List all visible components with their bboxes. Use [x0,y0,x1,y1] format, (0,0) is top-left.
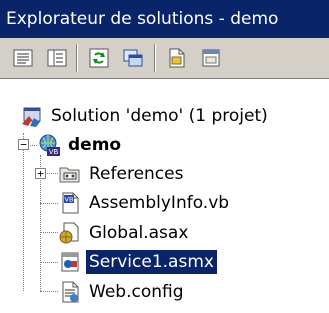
tree-item-global-asax[interactable]: Global.asax [58,220,191,246]
solution-icon [22,107,41,127]
item-label: Global.asax [89,223,189,243]
web-service-icon [61,252,79,272]
window-title: Explorateur de solutions - demo [0,0,329,38]
tree-connector [40,262,58,263]
solution-label: Solution 'demo' (1 projet) [51,106,268,126]
tree-item-service1-asmx[interactable]: Service1.asmx [58,249,218,275]
show-all-files-icon [47,49,67,67]
vb-file-icon: VB [62,192,79,214]
properties-button[interactable] [10,45,36,71]
svg-text:VB: VB [65,196,74,204]
refresh-button[interactable] [86,45,112,71]
view-code-button[interactable] [164,45,190,71]
toolbar-separator [154,44,156,72]
item-label: Service1.asmx [85,249,218,275]
view-designer-icon [202,49,220,67]
solution-tree: − + Solution 'demo' (1 projet) VB demo R… [0,79,329,313]
svg-text:VB: VB [49,148,59,156]
tree-connector [40,291,58,292]
copy-project-icon [123,49,143,67]
show-all-files-button[interactable] [44,45,70,71]
tree-item-solution[interactable]: Solution 'demo' (1 projet) [20,103,271,129]
properties-icon [13,49,33,67]
tree-item-project[interactable]: VB demo [37,132,124,158]
solution-explorer-toolbar [0,38,329,79]
vb-web-project-icon: VB [39,134,60,156]
view-code-icon [169,48,185,68]
item-label: References [89,164,184,184]
web-config-icon [62,281,79,303]
tree-item-web-config[interactable]: Web.config [58,279,187,305]
item-label: AssemblyInfo.vb [89,193,230,213]
tree-connector [40,203,58,204]
project-label: demo [68,135,122,155]
global-asax-icon [59,222,79,244]
refresh-icon [89,48,109,68]
expand-references-toggle[interactable]: + [35,168,46,179]
tree-item-assemblyinfo[interactable]: VB AssemblyInfo.vb [58,190,232,216]
copy-project-button[interactable] [120,45,146,71]
toolbar-separator [76,44,78,72]
view-designer-button[interactable] [198,45,224,71]
collapse-project-toggle[interactable]: − [18,139,29,150]
references-folder-icon [59,167,80,183]
tree-item-references[interactable]: References [58,161,186,187]
item-label: Web.config [89,282,184,302]
tree-connector [40,232,58,233]
tree-connector [23,133,24,291]
